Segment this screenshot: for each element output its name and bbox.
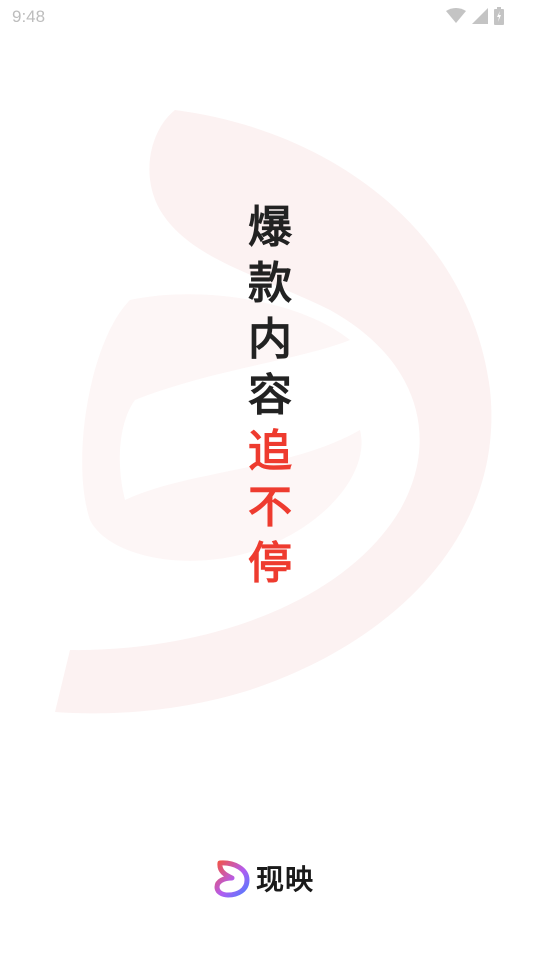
- status-bar: 9:48: [0, 0, 540, 34]
- slogan-char: 内: [248, 314, 292, 365]
- slogan-char-highlight: 不: [248, 482, 292, 533]
- app-logo-icon: [214, 860, 250, 898]
- wifi-icon: [446, 8, 466, 23]
- brand-name: 现映: [256, 863, 315, 896]
- cellular-signal-icon: [472, 8, 488, 24]
- slogan-char: 容: [248, 370, 292, 421]
- slogan-char: 款: [248, 258, 292, 309]
- battery-charging-icon: [494, 7, 504, 25]
- slogan-char-highlight: 追: [248, 426, 292, 477]
- slogan-char-highlight: 停: [248, 538, 292, 589]
- brand: 现映: [214, 856, 314, 900]
- slogan: 爆 款 内 容 追 不 停: [240, 200, 300, 592]
- splash-screen: 9:48 爆 款 内 容 追 不 停 现映: [0, 0, 540, 960]
- status-time: 9:48: [12, 7, 46, 26]
- status-icons: [446, 6, 504, 26]
- slogan-char: 爆: [248, 202, 292, 253]
